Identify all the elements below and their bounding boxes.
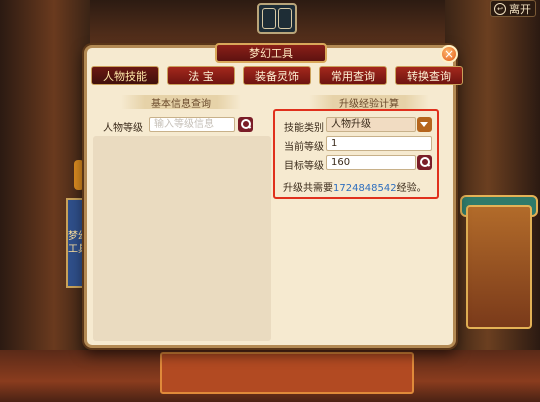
lattice-window xyxy=(257,3,297,34)
lantern-icon xyxy=(74,160,84,190)
back-arrow-icon: ↩ xyxy=(494,2,506,15)
highlight-box xyxy=(273,109,439,199)
ornate-cabinet xyxy=(466,205,532,329)
tab-common-query[interactable]: 常用查询 xyxy=(319,66,387,85)
tab-character-skills[interactable]: 人物技能 xyxy=(91,66,159,85)
basic-info-result-panel xyxy=(93,136,271,341)
exit-button[interactable]: ↩ 离开 xyxy=(490,0,536,17)
char-level-input[interactable]: 输入等级信息 xyxy=(149,117,235,132)
tool-dialog: 梦幻工具 × 人物技能 法 宝 装备灵饰 常用查询 转换查询 基本信息查询 人物… xyxy=(84,43,463,348)
search-icon[interactable] xyxy=(238,117,253,132)
scene-carpet xyxy=(160,352,414,394)
close-icon[interactable]: × xyxy=(440,45,458,63)
tab-equipment[interactable]: 装备灵饰 xyxy=(243,66,311,85)
exit-label: 离开 xyxy=(509,2,531,16)
tab-bar: 人物技能 法 宝 装备灵饰 常用查询 转换查询 xyxy=(91,66,463,86)
tab-treasure[interactable]: 法 宝 xyxy=(167,66,235,85)
basic-info-title: 基本信息查询 xyxy=(121,95,241,110)
dialog-title: 梦幻工具 xyxy=(215,43,327,63)
exp-calc-title: 升级经验计算 xyxy=(309,95,429,110)
tab-conversion-query[interactable]: 转换查询 xyxy=(395,66,463,85)
char-level-label: 人物等级 xyxy=(103,123,143,134)
